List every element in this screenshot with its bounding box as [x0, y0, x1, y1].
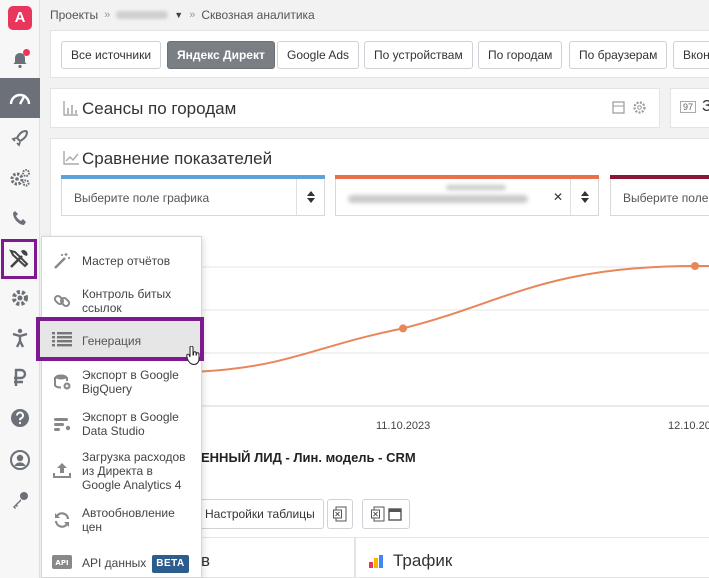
series-color-bar-burgundy — [610, 175, 709, 179]
svg-text:API: API — [55, 559, 68, 567]
left-sidebar: A — [0, 0, 40, 578]
source-filter-bar: Все источники Яндекс Директ Google Ads П… — [50, 30, 709, 78]
menu-item-api-data[interactable]: API API данных BETA — [42, 552, 201, 573]
chart-field-select-2[interactable]: ✕ — [335, 175, 599, 216]
menu-item-label: Экспорт в Google BigQuery — [82, 368, 179, 396]
menu-item-label: Экспорт в Google Data Studio — [82, 410, 179, 438]
menu-item-data-studio-export[interactable]: Экспорт в Google Data Studio — [42, 410, 201, 438]
chevron-down-icon[interactable]: ▼ — [174, 10, 183, 20]
settings-gear-icon[interactable] — [632, 100, 647, 115]
help-question-icon[interactable] — [0, 398, 40, 438]
traffic-title: Трафик — [393, 551, 453, 570]
refresh-icon — [52, 510, 72, 530]
menu-item-label: Загрузка расходов из Директа в Google An… — [82, 450, 186, 492]
calendar-badge: 97 — [680, 101, 697, 113]
menu-item-auto-price-update[interactable]: Автообновление цен — [42, 506, 201, 534]
magic-wand-icon — [52, 251, 72, 271]
series-point[interactable] — [399, 324, 407, 333]
clear-selection-icon[interactable]: ✕ — [553, 190, 563, 204]
menu-item-label-api: API данных BETA — [82, 555, 194, 573]
menu-item-bigquery-export[interactable]: Экспорт в Google BigQuery — [42, 368, 201, 396]
select-arrows-icon[interactable] — [296, 179, 324, 215]
filter-yandex-direct[interactable]: Яндекс Директ — [167, 41, 275, 69]
filter-all-sources[interactable]: Все источники — [61, 41, 162, 69]
x-tick-label: 12.10.20 — [668, 420, 709, 432]
menu-item-label: Мастер отчётов — [82, 254, 171, 268]
database-export-icon — [52, 372, 72, 392]
key-icon[interactable] — [0, 480, 40, 520]
menu-item-label: Контроль битых ссылок — [82, 287, 172, 315]
tools-menu: Мастер отчётов Контроль битых ссылок Ген… — [36, 236, 204, 578]
upload-icon — [52, 460, 72, 480]
filter-by-city[interactable]: По городам — [478, 41, 563, 69]
rocket-icon[interactable] — [0, 118, 40, 158]
menu-item-label: Генерация — [82, 334, 142, 348]
chart-field-placeholder-1: Выберите поле графика — [74, 191, 210, 205]
app-logo[interactable]: A — [8, 6, 32, 30]
settings-gears-icon[interactable] — [0, 158, 40, 198]
filter-by-browser[interactable]: По браузерам — [569, 41, 668, 69]
breadcrumb-separator: » — [189, 9, 196, 21]
menu-item-upload-costs[interactable]: Загрузка расходов из Директа в Google An… — [42, 450, 201, 494]
filter-vkontakte[interactable]: Вконт — [673, 41, 709, 69]
gear-icon[interactable] — [0, 278, 40, 318]
chart-field-select-3[interactable]: Выберите поле — [610, 175, 709, 216]
chart-field-placeholder-3: Выберите поле — [623, 191, 709, 205]
metric-title: ЕННЫЙ ЛИД - Лин. модель - CRM — [201, 450, 416, 465]
sessions-card-title: Сеансы по городам — [82, 99, 237, 118]
table-settings-button[interactable]: Настройки таблицы — [196, 499, 324, 529]
breadcrumb-projects-link[interactable]: Проекты — [50, 8, 98, 22]
list-icon — [52, 329, 72, 349]
link-icon — [52, 291, 72, 311]
comparison-line-chart — [200, 262, 709, 407]
breadcrumb-separator: » — [104, 9, 111, 21]
series-color-bar-blue — [61, 175, 325, 179]
export-excel-button[interactable] — [327, 499, 353, 529]
ruble-icon[interactable] — [0, 358, 40, 398]
excel-icon — [333, 506, 347, 522]
window-icon[interactable] — [612, 101, 625, 114]
menu-item-report-wizard[interactable]: Мастер отчётов — [42, 251, 201, 271]
x-tick-label: 11.10.2023 — [376, 420, 431, 432]
calendar-icon — [387, 508, 402, 521]
notification-dot — [23, 49, 30, 56]
menu-item-generation[interactable]: Генерация — [36, 317, 204, 366]
phone-icon[interactable] — [0, 198, 40, 238]
side-card-title: З — [702, 98, 709, 115]
bottom-panel-left-title: в — [201, 551, 211, 570]
breadcrumb-project-name-redacted[interactable] — [116, 11, 169, 19]
notifications-bell-icon[interactable] — [0, 40, 40, 80]
breadcrumb: Проекты » ▼ » Сквозная аналитика — [50, 6, 315, 24]
data-studio-icon — [52, 414, 72, 434]
line-chart-icon — [63, 151, 79, 165]
beta-badge: BETA — [152, 555, 189, 573]
accessibility-person-icon[interactable] — [0, 318, 40, 358]
excel-icon — [370, 506, 384, 522]
series-line — [200, 265, 709, 373]
api-icon: API — [52, 552, 72, 572]
export-schedule-button[interactable] — [362, 499, 410, 529]
bar-chart-icon — [63, 101, 78, 116]
filter-by-device[interactable]: По устройствам — [364, 41, 473, 69]
select-arrows-icon[interactable] — [570, 179, 598, 215]
selected-field-redacted — [348, 195, 528, 203]
dashboard-gauge-icon[interactable] — [0, 78, 40, 118]
chart-field-select-1[interactable]: Выберите поле графика — [61, 175, 325, 216]
selected-field-redacted-2 — [446, 185, 506, 190]
menu-item-label: API данных — [82, 556, 147, 571]
user-profile-icon[interactable] — [0, 440, 40, 480]
series-color-bar-orange — [335, 175, 599, 179]
menu-item-broken-links[interactable]: Контроль битых ссылок — [42, 287, 201, 315]
menu-item-label: Автообновление цен — [82, 506, 175, 534]
tools-icon[interactable] — [1, 239, 37, 279]
hand-pointer-cursor-icon — [186, 346, 200, 366]
breadcrumb-current: Сквозная аналитика — [201, 8, 315, 22]
compare-card-title: Сравнение показателей — [82, 149, 273, 168]
series-point[interactable] — [691, 262, 699, 270]
filter-google-ads[interactable]: Google Ads — [277, 41, 360, 69]
bar-chart-color-icon — [369, 555, 383, 568]
bottom-panel-left — [200, 537, 355, 578]
